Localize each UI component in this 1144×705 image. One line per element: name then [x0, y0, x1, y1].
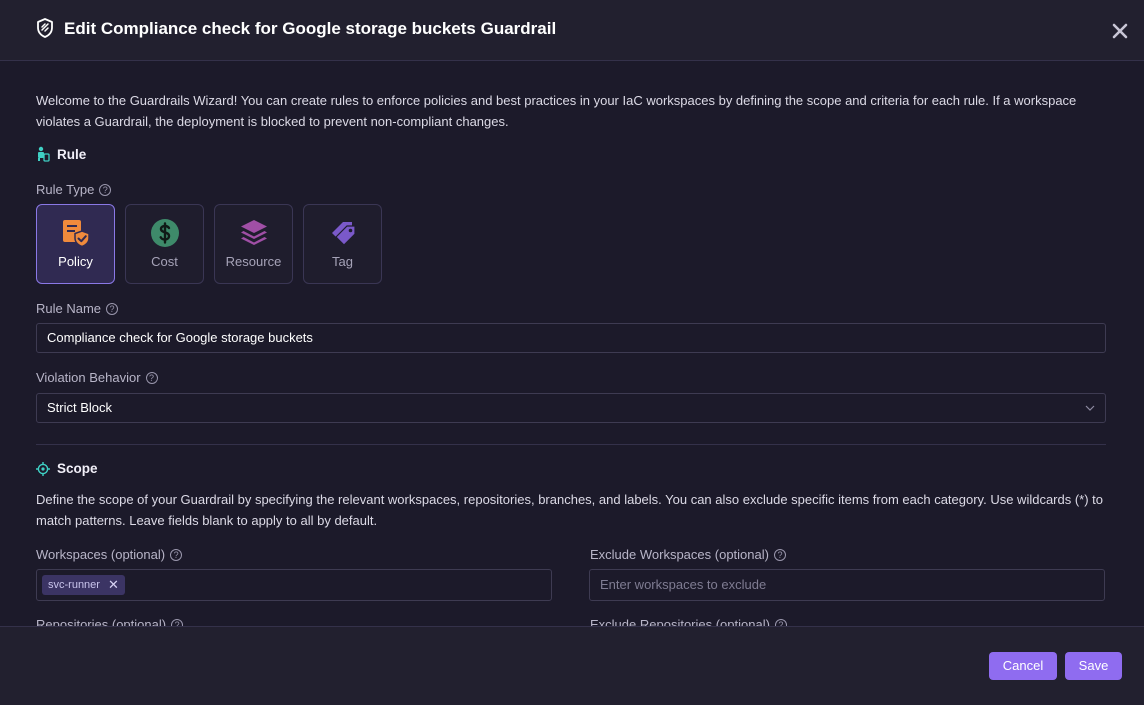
violation-behavior-label-text: Violation Behavior [36, 370, 141, 385]
policy-icon [62, 220, 90, 248]
shield-icon [37, 18, 53, 38]
violation-behavior-label: Violation Behavior ? [36, 370, 158, 385]
scope-description: Define the scope of your Guardrail by sp… [36, 492, 1104, 528]
workspaces-label: Workspaces (optional) ? [36, 547, 183, 562]
scope-title-text: Scope [57, 461, 98, 476]
rule-type-tag[interactable]: Tag [303, 204, 382, 284]
exclude-workspaces-label: Exclude Workspaces (optional) ? [590, 547, 786, 562]
rule-name-label: Rule Name ? [36, 301, 119, 316]
save-button[interactable]: Save [1065, 652, 1122, 680]
section-divider [36, 444, 1106, 445]
cancel-button[interactable]: Cancel [989, 652, 1057, 680]
remove-chip-icon[interactable]: ✕ [108, 575, 119, 595]
workspaces-label-text: Workspaces (optional) [36, 547, 166, 562]
exclude-repositories-label: Exclude Repositories (optional) ? [590, 617, 787, 626]
help-icon[interactable]: ? [170, 548, 183, 561]
violation-behavior-select[interactable]: Strict Block [36, 393, 1106, 423]
close-icon[interactable] [1109, 20, 1131, 42]
modal-body[interactable]: Welcome to the Guardrails Wizard! You ca… [0, 62, 1144, 626]
edit-guardrail-modal: Edit Compliance check for Google storage… [0, 0, 1144, 705]
modal-title: Edit Compliance check for Google storage… [64, 19, 557, 38]
rule-type-label: Resource [225, 254, 282, 269]
rule-type-label: Rule Type ? [36, 182, 112, 197]
rule-type-label: Policy [58, 254, 93, 269]
modal-header: Edit Compliance check for Google storage… [0, 0, 1144, 61]
exclude-workspaces-placeholder: Enter workspaces to exclude [600, 577, 767, 592]
workspace-chip-label: svc-runner [48, 579, 100, 591]
rule-type-policy[interactable]: Policy [36, 204, 115, 284]
exclude-repositories-label-text: Exclude Repositories (optional) [590, 617, 770, 626]
scope-section-title: Scope [36, 461, 98, 476]
tag-icon [331, 222, 356, 246]
chevron-down-icon [1085, 405, 1095, 411]
rule-type-label: Tag [332, 254, 353, 269]
repositories-label: Repositories (optional) ? [36, 617, 184, 626]
intro-text: Welcome to the Guardrails Wizard! You ca… [36, 93, 1077, 129]
help-icon[interactable]: ? [106, 302, 119, 315]
rule-icon [38, 146, 50, 162]
exclude-workspaces-input[interactable]: Enter workspaces to exclude [589, 569, 1105, 601]
modal-footer: Cancel Save [0, 626, 1144, 705]
rule-title-text: Rule [57, 146, 87, 162]
rule-type-label: Cost [151, 254, 178, 269]
rule-type-label-text: Rule Type [36, 182, 95, 197]
exclude-workspaces-label-text: Exclude Workspaces (optional) [590, 547, 769, 562]
repositories-label-text: Repositories (optional) [36, 617, 167, 626]
rule-name-input[interactable]: Compliance check for Google storage buck… [36, 323, 1106, 353]
rule-type-resource[interactable]: Resource [214, 204, 293, 284]
layers-icon [240, 220, 267, 245]
help-icon[interactable]: ? [99, 183, 112, 196]
workspace-chip: svc-runner ✕ [42, 575, 125, 595]
help-icon[interactable]: ? [145, 371, 158, 384]
help-icon[interactable]: ? [774, 618, 787, 626]
rule-type-cost[interactable]: Cost [125, 204, 204, 284]
help-icon[interactable]: ? [773, 548, 786, 561]
rule-section-title: Rule [36, 146, 86, 162]
target-icon [36, 461, 50, 476]
help-icon[interactable]: ? [171, 618, 184, 626]
rule-name-label-text: Rule Name [36, 301, 102, 316]
dollar-icon [150, 219, 179, 247]
workspaces-input[interactable]: svc-runner ✕ [36, 569, 552, 601]
violation-behavior-value: Strict Block [47, 400, 113, 415]
